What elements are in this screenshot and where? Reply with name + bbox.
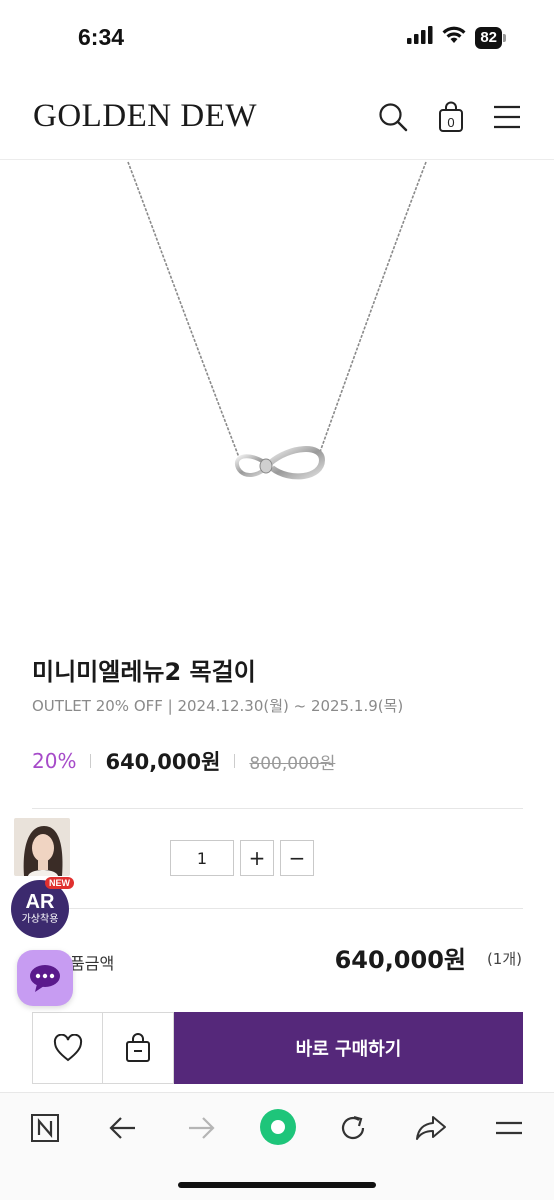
total-price: 640,000원 (334, 946, 466, 974)
heart-icon (53, 1034, 82, 1062)
site-header: GOLDEN DEW 0 (0, 76, 554, 160)
brand-logo[interactable]: GOLDEN DEW (33, 98, 257, 135)
shopping-bag-icon: 0 (439, 101, 463, 132)
discount-rate: 20% (32, 749, 77, 773)
home-indicator (178, 1182, 376, 1188)
necklace-image (0, 160, 554, 620)
purchase-action-bar: 바로 구매하기 (32, 1012, 523, 1084)
battery-icon: 82 (475, 26, 506, 49)
shopping-bag-icon (126, 1033, 150, 1062)
quantity-plus-button[interactable]: + (240, 840, 274, 876)
cellular-signal-icon (407, 26, 433, 49)
green-dot-icon[interactable] (258, 1107, 298, 1147)
promo-period: OUTLET 20% OFF | 2024.12.30(월) ~ 2025.1.… (32, 697, 404, 715)
search-icon[interactable] (376, 100, 410, 134)
buy-now-button[interactable]: 바로 구매하기 (174, 1012, 523, 1084)
sale-price: 640,000원 (105, 750, 221, 774)
original-price: 800,000원 (249, 753, 336, 774)
ar-sub-label: 가상착용 (21, 914, 59, 925)
battery-level: 82 (475, 26, 502, 49)
price-row: 20% 640,000원 800,000원 (32, 746, 335, 776)
back-arrow-icon[interactable] (106, 1111, 140, 1145)
naver-home-icon[interactable] (28, 1111, 62, 1145)
menu-icon[interactable] (492, 1111, 526, 1145)
new-badge: NEW (45, 877, 74, 889)
ar-label: AR (25, 891, 55, 913)
status-icons: 82 (407, 26, 506, 49)
share-icon[interactable] (414, 1111, 448, 1145)
add-to-cart-button[interactable] (103, 1012, 174, 1084)
forward-arrow-icon[interactable] (184, 1111, 218, 1145)
chat-button[interactable] (17, 950, 73, 1006)
model-thumbnail[interactable] (14, 818, 70, 876)
reload-icon[interactable] (336, 1111, 370, 1145)
cart-button[interactable]: 0 (434, 100, 468, 134)
divider (32, 808, 523, 809)
status-bar: 6:34 82 (0, 0, 554, 76)
quantity-minus-button[interactable]: − (280, 840, 314, 876)
wifi-icon (442, 26, 466, 49)
chat-bubble-icon (30, 965, 60, 992)
cart-count: 0 (447, 115, 454, 130)
divider (32, 908, 523, 909)
menu-icon[interactable] (490, 100, 524, 134)
wishlist-button[interactable] (32, 1012, 103, 1084)
total-label: 품금액 (70, 954, 115, 973)
product-title: 미니미엘레뉴2 목걸이 (32, 658, 256, 686)
status-time: 6:34 (78, 24, 125, 50)
total-count: (1개) (486, 950, 522, 968)
quantity-input[interactable]: 1 (170, 840, 234, 876)
